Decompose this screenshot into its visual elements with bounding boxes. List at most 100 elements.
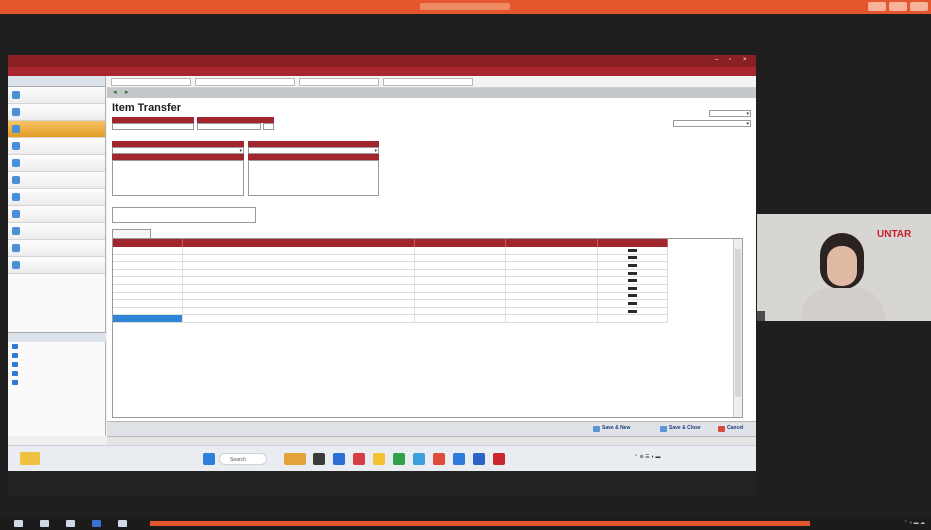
cell-description[interactable] [183, 292, 415, 300]
app-minimize-icon[interactable]: – [715, 57, 725, 64]
app-icon[interactable] [353, 453, 365, 465]
nav-forward-icon[interactable]: ▸ [125, 89, 135, 96]
tray-icons[interactable]: ⌃ ⊕ ☰ ◖ ▬ [634, 454, 660, 460]
table-row[interactable] [113, 254, 668, 263]
tab-item-detail[interactable] [112, 229, 151, 238]
cell-quantity[interactable] [415, 300, 506, 307]
save-close-button[interactable]: Save & Close [660, 425, 701, 434]
app-icon[interactable] [92, 520, 101, 527]
column-header[interactable] [415, 239, 506, 247]
cell-unit[interactable] [506, 269, 598, 277]
store-icon[interactable] [453, 453, 465, 465]
link-item[interactable] [8, 360, 106, 369]
taskbar-search[interactable]: Search [219, 453, 267, 465]
serial-number-icon[interactable] [628, 248, 637, 252]
weather-icon[interactable] [20, 452, 40, 465]
cell-item[interactable] [113, 277, 183, 284]
cell-description[interactable] [183, 269, 415, 277]
sidebar-item[interactable] [8, 189, 105, 206]
cell-quantity[interactable] [415, 307, 506, 315]
grid-scroll-thumb[interactable] [735, 249, 741, 397]
cell-item[interactable] [113, 284, 183, 292]
table-row[interactable] [113, 307, 668, 316]
task-view-icon[interactable] [313, 453, 325, 465]
cell-item[interactable] [113, 300, 183, 307]
table-row[interactable] [113, 292, 668, 301]
cell-item[interactable] [113, 307, 183, 315]
window-icon[interactable] [118, 520, 127, 527]
transfer-to-select[interactable]: ▾ [248, 147, 379, 154]
serial-number-cell[interactable] [598, 307, 668, 315]
cell-description[interactable] [183, 247, 415, 254]
to-address-box[interactable] [248, 160, 379, 196]
cell-description[interactable] [183, 284, 415, 292]
serial-number-icon[interactable] [628, 279, 637, 283]
sidebar-item[interactable] [8, 240, 105, 257]
column-header[interactable] [183, 239, 415, 247]
chrome-icon[interactable] [433, 453, 445, 465]
toolbar-window-field[interactable] [383, 78, 473, 86]
cell-unit[interactable] [506, 307, 598, 315]
column-header[interactable] [113, 239, 183, 247]
serial-number-icon[interactable] [628, 309, 637, 313]
cell-unit[interactable] [506, 300, 598, 307]
date-field[interactable] [197, 123, 261, 130]
cell-description[interactable] [183, 277, 415, 284]
sidebar-item[interactable] [8, 223, 105, 240]
cell-quantity[interactable] [415, 254, 506, 262]
serial-number-cell[interactable] [598, 292, 668, 300]
app-close-icon[interactable]: × [743, 57, 753, 64]
start-icon[interactable] [203, 453, 215, 465]
chat-icon[interactable] [333, 453, 345, 465]
serial-number-cell[interactable] [598, 284, 668, 292]
zoom-app-icon[interactable] [473, 453, 485, 465]
sidebar-item[interactable] [8, 206, 105, 223]
cell-description[interactable] [183, 262, 415, 269]
link-item[interactable] [8, 351, 106, 360]
column-header[interactable] [598, 239, 668, 247]
zoom-maximize-icon[interactable] [889, 2, 907, 11]
zoom-close-icon[interactable] [910, 2, 928, 11]
description-field[interactable] [112, 207, 256, 223]
new-row-cell[interactable] [506, 315, 598, 322]
sidebar-item[interactable] [8, 87, 105, 104]
toolbar-search-field[interactable] [111, 78, 191, 86]
link-item[interactable] [8, 369, 106, 378]
table-row[interactable] [113, 315, 668, 323]
cell-description[interactable] [183, 254, 415, 262]
sidebar-item[interactable] [8, 138, 105, 155]
cell-quantity[interactable] [415, 262, 506, 269]
serial-number-cell[interactable] [598, 254, 668, 262]
new-row-cell[interactable] [113, 315, 183, 322]
calendar-icon[interactable] [263, 123, 274, 130]
cell-unit[interactable] [506, 262, 598, 269]
cell-unit[interactable] [506, 247, 598, 254]
cell-quantity[interactable] [415, 269, 506, 277]
window-icon[interactable] [66, 520, 75, 527]
cancel-button[interactable]: Cancel [718, 425, 743, 434]
sidebar-item[interactable] [8, 257, 105, 274]
save-new-button[interactable]: Save & New [593, 425, 630, 434]
sidebar-item[interactable] [8, 121, 105, 138]
cell-item[interactable] [113, 254, 183, 262]
toolbar-path-field[interactable] [195, 78, 295, 86]
cell-item[interactable] [113, 269, 183, 277]
serial-number-icon[interactable] [628, 294, 637, 298]
new-row-cell[interactable] [183, 315, 415, 322]
new-row-cell[interactable] [415, 315, 506, 322]
serial-number-cell[interactable] [598, 262, 668, 269]
table-row[interactable] [113, 247, 668, 255]
zoom-minimize-icon[interactable] [868, 2, 886, 11]
serial-number-icon[interactable] [628, 286, 637, 290]
accurate-app-icon[interactable] [493, 453, 505, 465]
from-address-box[interactable] [112, 160, 244, 196]
table-row[interactable] [113, 262, 668, 270]
cell-item[interactable] [113, 247, 183, 254]
app-maximize-icon[interactable]: ▫ [729, 57, 739, 64]
table-row[interactable] [113, 284, 668, 293]
cell-quantity[interactable] [415, 277, 506, 284]
cell-unit[interactable] [506, 254, 598, 262]
cell-quantity[interactable] [415, 247, 506, 254]
link-item[interactable] [8, 342, 106, 351]
new-row-cell[interactable] [598, 315, 668, 322]
